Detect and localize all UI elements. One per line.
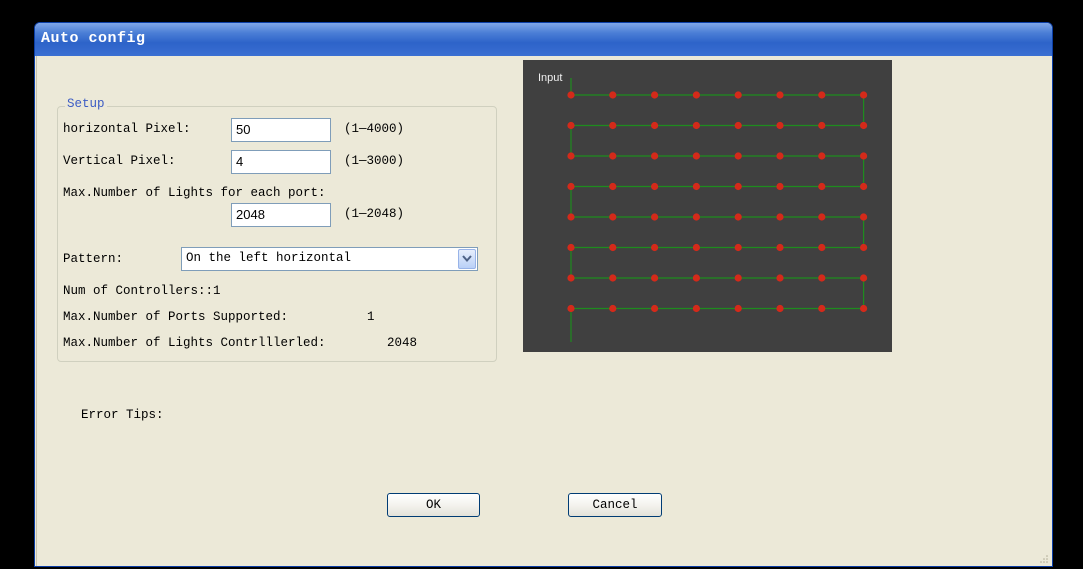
horizontal-pixel-range: (1—4000) [344,122,405,136]
wiring-preview-panel: Input [523,60,892,352]
led-dot [776,91,784,99]
led-dot [567,152,575,160]
max-lights-per-port-input[interactable]: 2048 [231,203,331,227]
max-lights-per-port-label: Max.Number of Lights for each port: [63,186,326,200]
pattern-selected-value: On the left horizontal [186,251,352,265]
cancel-button[interactable]: Cancel [568,493,662,517]
led-dot [609,304,617,313]
led-dot [692,304,700,313]
led-dot [818,152,826,160]
led-dot [860,121,868,130]
led-dot [651,274,659,282]
led-dot [567,274,575,282]
led-dot [567,213,575,221]
led-dot [609,182,617,191]
max-lights-per-port-range: (1—2048) [344,207,405,221]
led-dot [567,91,575,99]
led-dot [860,213,868,221]
led-dot [734,121,742,130]
led-dot [734,91,742,99]
led-dot [734,274,742,282]
led-dot [776,304,784,313]
led-dot [776,152,784,160]
led-dot [609,152,617,160]
led-dot [776,121,784,130]
led-dot [860,304,868,313]
led-dot [692,182,700,191]
chevron-down-icon[interactable] [458,249,476,269]
led-dot [651,182,659,191]
led-dot [776,213,784,221]
led-dot [567,243,575,252]
led-dot [818,121,826,130]
horizontal-pixel-label: horizontal Pixel: [63,122,191,136]
led-dot [651,304,659,313]
max-ports-label: Max.Number of Ports Supported: [63,310,289,324]
led-dot [567,121,575,130]
title-bar[interactable]: Auto config [35,23,1052,56]
led-dot [692,213,700,221]
auto-config-dialog: Auto config Setup horizontal Pixel: 50 (… [34,22,1053,567]
ok-button[interactable]: OK [387,493,480,517]
led-dot [651,121,659,130]
led-dot [692,243,700,252]
resize-grip-icon[interactable] [1039,554,1049,564]
led-dot [734,182,742,191]
wiring-diagram [567,78,868,342]
horizontal-pixel-input[interactable]: 50 [231,118,331,142]
led-dot [818,304,826,313]
led-dot [860,274,868,282]
led-dot [776,274,784,282]
led-dot [692,91,700,99]
led-dot [567,182,575,191]
led-dot [734,213,742,221]
led-dot [651,243,659,252]
led-dot [818,274,826,282]
led-dot [609,213,617,221]
dialog-client-area: Setup horizontal Pixel: 50 (1—4000) Vert… [36,56,1051,566]
pattern-dropdown[interactable]: On the left horizontal [181,247,478,271]
led-dot [818,213,826,221]
led-dot [692,274,700,282]
led-dot [609,121,617,130]
led-dot [609,91,617,99]
led-dot [651,213,659,221]
led-dot [818,182,826,191]
dialog-title: Auto config [41,30,146,47]
led-dot [651,91,659,99]
max-ports-value: 1 [367,310,375,324]
num-controllers-text: Num of Controllers::1 [63,284,221,298]
led-dot [860,152,868,160]
led-dot [609,274,617,282]
max-lights-controlled-value: 2048 [387,336,418,350]
led-dot [692,121,700,130]
led-dot [860,243,868,252]
led-dot [818,243,826,252]
pattern-label: Pattern: [63,252,124,266]
vertical-pixel-input[interactable]: 4 [231,150,331,174]
setup-group-title: Setup [65,97,107,111]
led-dot [818,91,826,99]
led-dot [651,152,659,160]
led-dot [860,91,868,99]
led-dot [692,152,700,160]
led-dot [734,243,742,252]
led-dot [776,182,784,191]
led-dot [609,243,617,252]
led-dot [734,152,742,160]
vertical-pixel-range: (1—3000) [344,154,405,168]
led-dot [567,304,575,313]
led-dot [734,304,742,313]
led-dot [860,182,868,191]
vertical-pixel-label: Vertical Pixel: [63,154,176,168]
max-lights-controlled-label: Max.Number of Lights Contrlllerled: [63,336,326,350]
error-tips-label: Error Tips: [81,408,164,422]
led-dot [776,243,784,252]
